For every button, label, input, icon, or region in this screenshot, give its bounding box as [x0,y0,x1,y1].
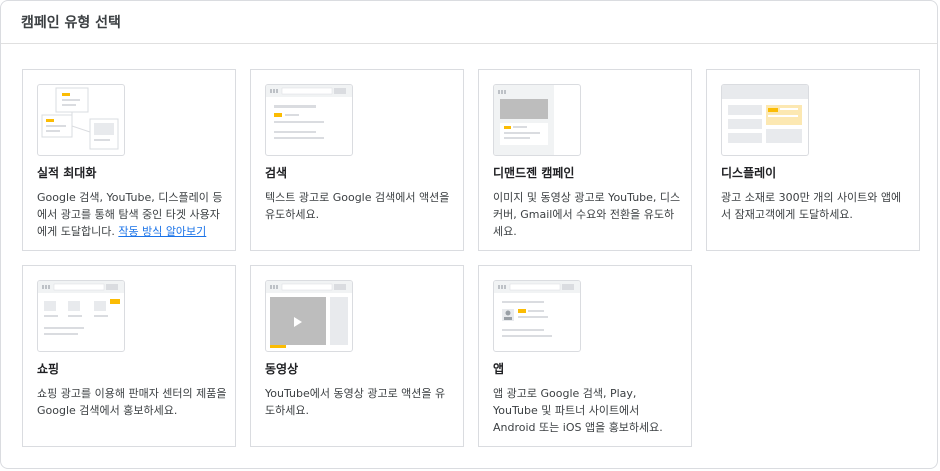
card-title: 앱 [493,362,505,376]
learn-more-link[interactable]: 작동 방식 알아보기 [118,225,206,238]
card-title: 실적 최대화 [37,166,97,180]
card-description: 쇼핑 광고를 이용해 판매자 센터의 제품을 Google 검색에서 홍보하세요… [37,387,227,417]
card-title: 디맨드젠 캠페인 [493,166,575,180]
panel-header: 캠페인 유형 선택 [1,1,937,44]
performance-max-illustration [37,84,125,156]
card-search[interactable]: 검색 텍스트 광고로 Google 검색에서 액션을 유도하세요. [250,69,464,251]
search-illustration [265,84,353,156]
card-title: 쇼핑 [37,362,60,376]
card-description: 광고 소재로 300만 개의 사이트와 앱에서 잠재고객에게 도달하세요. [721,191,902,221]
card-description: YouTube에서 동영상 광고로 액션을 유도하세요. [265,387,446,417]
card-demand-gen[interactable]: 디맨드젠 캠페인 이미지 및 동영상 광고로 YouTube, 디스커버, Gm… [478,69,692,251]
video-illustration [265,280,353,352]
campaign-type-panel: 캠페인 유형 선택 실적 최대화 Google 검색, YouTube, 디스플… [0,0,938,469]
card-description: 앱 광고로 Google 검색, Play, YouTube 및 파트너 사이트… [493,387,663,434]
shopping-illustration [37,280,125,352]
card-description: 이미지 및 동영상 광고로 YouTube, 디스커버, Gmail에서 수요와… [493,191,681,238]
card-title: 디스플레이 [721,166,777,180]
app-illustration [493,280,581,352]
display-illustration [721,84,809,156]
card-performance-max[interactable]: 실적 최대화 Google 검색, YouTube, 디스플레이 등에서 광고를… [22,69,236,251]
card-app[interactable]: 앱 앱 광고로 Google 검색, Play, YouTube 및 파트너 사… [478,265,692,447]
card-description: Google 검색, YouTube, 디스플레이 등에서 광고를 통해 탐색 … [37,191,223,238]
card-shopping[interactable]: 쇼핑 쇼핑 광고를 이용해 판매자 센터의 제품을 Google 검색에서 홍보… [22,265,236,447]
card-display[interactable]: 디스플레이 광고 소재로 300만 개의 사이트와 앱에서 잠재고객에게 도달하… [706,69,920,251]
card-title: 검색 [265,166,288,180]
demand-gen-illustration [493,84,581,156]
card-title: 동영상 [265,362,299,376]
page-title: 캠페인 유형 선택 [21,15,121,31]
card-video[interactable]: 동영상 YouTube에서 동영상 광고로 액션을 유도하세요. [250,265,464,447]
card-description: 텍스트 광고로 Google 검색에서 액션을 유도하세요. [265,191,450,221]
